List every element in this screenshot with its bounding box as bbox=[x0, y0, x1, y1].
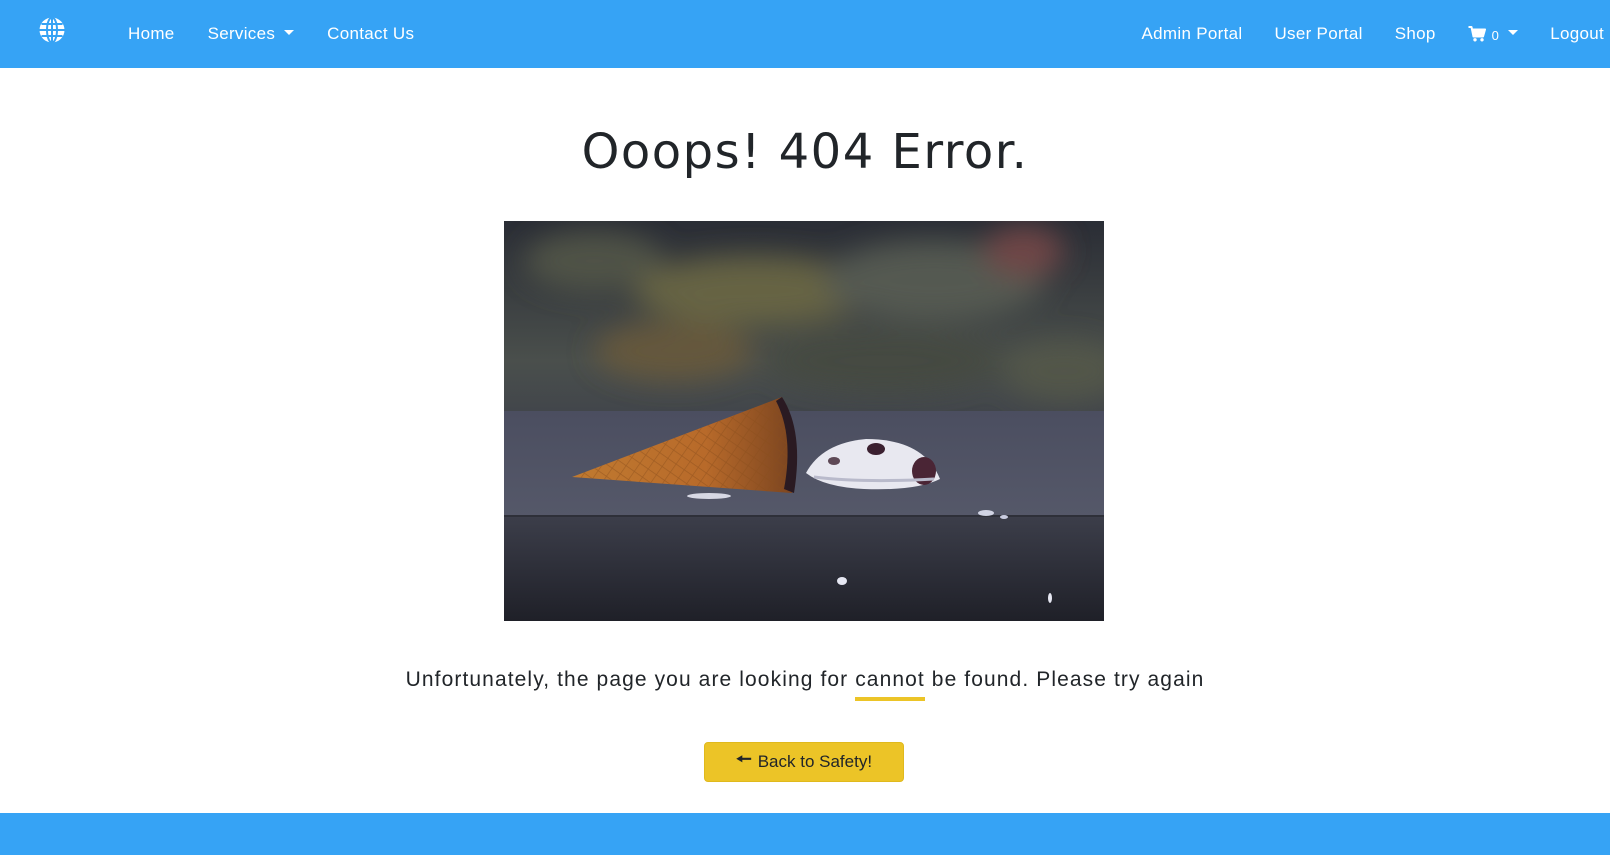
nav-contact-label: Contact Us bbox=[327, 24, 415, 43]
nav-admin-label: Admin Portal bbox=[1141, 24, 1243, 43]
nav-cart-dropdown[interactable]: 0 bbox=[1468, 26, 1519, 43]
chevron-down-icon bbox=[284, 29, 295, 35]
error-message-part2: be found. Please try again bbox=[924, 668, 1205, 691]
dropped-ice-cream-image bbox=[504, 221, 1104, 621]
page-title: Ooops! 404 Error. bbox=[581, 124, 1029, 180]
nav-user-label: User Portal bbox=[1274, 24, 1363, 43]
error-message: Unfortunately, the page you are looking … bbox=[0, 668, 1610, 701]
chevron-down-icon bbox=[1508, 29, 1519, 35]
nav-home-label: Home bbox=[128, 24, 175, 43]
nav-logout-label: Logout bbox=[1550, 24, 1604, 43]
nav-left-group: Home Services Contact Us bbox=[128, 0, 447, 68]
footer-bar bbox=[0, 813, 1610, 855]
nav-user-portal[interactable]: User Portal bbox=[1274, 24, 1362, 44]
nav-shop-label: Shop bbox=[1394, 24, 1436, 43]
error-message-part1: Unfortunately, the page you are looking … bbox=[405, 668, 856, 691]
back-to-safety-button[interactable]: 🠔 Back to Safety! bbox=[704, 742, 904, 782]
top-navbar: Home Services Contact Us Admin Portal Us… bbox=[0, 0, 1610, 68]
nav-shop[interactable]: Shop bbox=[1395, 24, 1436, 44]
globe-icon bbox=[39, 16, 65, 44]
nav-services-label: Services bbox=[207, 24, 276, 43]
main-content: Ooops! 404 Error. Unfortunately, the pag… bbox=[0, 68, 1610, 813]
nav-logout[interactable]: Logout bbox=[1550, 24, 1604, 44]
nav-admin-portal[interactable]: Admin Portal bbox=[1142, 24, 1243, 44]
nav-right-group: Admin Portal User Portal Shop 0 Logout bbox=[1110, 0, 1604, 68]
nav-contact-us[interactable]: Contact Us bbox=[327, 24, 414, 44]
nav-home[interactable]: Home bbox=[128, 24, 175, 44]
back-to-safety-label: Back to Safety! bbox=[757, 752, 873, 771]
error-message-highlight: cannot bbox=[855, 668, 925, 701]
cart-count-badge: 0 bbox=[1491, 27, 1500, 43]
nav-services-dropdown[interactable]: Services bbox=[208, 24, 295, 44]
brand-logo[interactable] bbox=[38, 16, 66, 44]
shopping-cart-icon bbox=[1468, 26, 1486, 42]
arrow-left-icon: 🠔 bbox=[735, 749, 752, 769]
